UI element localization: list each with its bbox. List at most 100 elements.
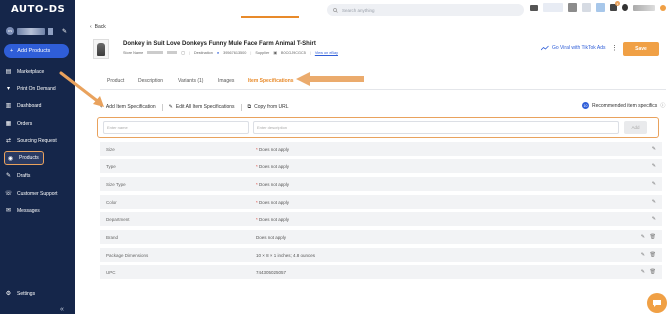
store-avatar: DS: [6, 27, 14, 35]
more-options-button[interactable]: ⋮: [611, 44, 618, 52]
spec-name: UPC: [106, 269, 116, 275]
store-logo-blurred: [167, 51, 178, 54]
bell-icon[interactable]: [622, 4, 628, 11]
sidebar-item-settings[interactable]: ⚙ Settings: [5, 288, 35, 299]
language-icon[interactable]: [596, 3, 605, 12]
store-name-blurred: [17, 27, 45, 35]
sidebar-item-messages[interactable]: ✉ Messages: [5, 205, 40, 216]
recommended-specifics[interactable]: 10 Recommended item specifics ⓘ: [582, 102, 665, 109]
add-spec-button[interactable]: Add: [624, 121, 647, 134]
store-name-blurred: [147, 51, 164, 54]
pencil-icon[interactable]: ✎: [652, 163, 656, 169]
tab-images[interactable]: Images: [218, 78, 234, 84]
product-thumbnail[interactable]: [93, 39, 109, 59]
top-icons: 1 ⌄: [530, 1, 670, 12]
go-viral-button[interactable]: Go Viral with TikTok Ads: [541, 45, 606, 51]
truck-icon[interactable]: [530, 4, 538, 11]
spec-row: Package Dimensions 10 × 8 × 1 inches; 4.…: [100, 248, 662, 262]
supplier-id: B0CGJ9CGC5: [280, 50, 306, 55]
spec-value: 10 × 8 × 1 inches; 4.8 ounces: [256, 252, 316, 258]
messages-icon: ✉: [5, 208, 12, 214]
spec-row: Size * Does not apply ✎: [100, 142, 662, 156]
trend-icon: [541, 45, 549, 51]
app-logo[interactable]: AUTO-DS: [11, 4, 65, 15]
dashboard-icon: ▥: [5, 103, 12, 109]
tab-item-specifications[interactable]: Item Specifications: [248, 78, 294, 84]
products-icon: ◉: [7, 155, 14, 162]
spec-row: UPC 744305025057 ✎ 🗑: [100, 265, 662, 279]
spec-description-input[interactable]: Enter description: [253, 121, 619, 134]
sidebar-item-drafts[interactable]: ✎ Drafts: [5, 170, 30, 181]
view-on-ebay-link[interactable]: View on eBay: [315, 51, 338, 55]
support-icon: ☏: [4, 191, 13, 197]
collapse-sidebar-button[interactable]: «: [60, 306, 64, 313]
trash-icon[interactable]: 🗑: [650, 252, 656, 258]
chat-icon: [653, 299, 661, 307]
pencil-icon[interactable]: ✎: [652, 181, 656, 187]
sidebar-item-sourcing-request[interactable]: ⇄ Sourcing Request: [5, 135, 57, 146]
spec-name-input[interactable]: Enter name: [103, 121, 249, 134]
back-label: Back: [94, 24, 106, 30]
tab-variants[interactable]: Variants (1): [178, 78, 203, 84]
tab-description[interactable]: Description: [138, 78, 163, 84]
pencil-icon[interactable]: ✎: [641, 269, 645, 275]
arrow-to-tab-annotation: [296, 72, 364, 86]
spec-value: * Does not apply: [256, 146, 290, 152]
spec-name: Type: [106, 163, 116, 169]
copy-from-url-button[interactable]: ⧉ Copy from URL: [248, 104, 289, 110]
info-icon[interactable]: ⓘ: [660, 102, 665, 109]
search-bar[interactable]: Search anything: [327, 4, 524, 16]
edit-all-button[interactable]: ✎ Edit All Item Specifications: [169, 104, 235, 110]
back-button[interactable]: ‹ Back: [90, 24, 106, 30]
trash-icon[interactable]: 🗑: [650, 269, 656, 275]
spec-value: * Does not apply: [256, 199, 290, 205]
add-item-specification-button[interactable]: + Add Item Specification: [100, 104, 156, 110]
store-icon: ▤: [5, 69, 12, 75]
avatar[interactable]: [660, 4, 666, 11]
sidebar-item-orders[interactable]: ▦ Orders: [5, 118, 33, 129]
spec-row: Brand Does not apply ✎ 🗑: [100, 230, 662, 244]
trash-icon[interactable]: 🗑: [650, 234, 656, 240]
sidebar-item-customer-support[interactable]: ☏ Customer Support: [5, 188, 58, 199]
chat-button[interactable]: [647, 293, 667, 313]
pencil-icon[interactable]: ✎: [641, 234, 645, 240]
store-selector[interactable]: DS ✎: [6, 26, 70, 36]
sidebar-item-marketplace[interactable]: ▤ Marketplace: [5, 66, 45, 77]
country-icon[interactable]: [582, 3, 591, 12]
user-name-blurred[interactable]: [633, 4, 655, 11]
plan-badge[interactable]: [543, 3, 563, 12]
pencil-icon[interactable]: ✎: [652, 199, 656, 205]
save-button[interactable]: Save: [623, 42, 659, 56]
sidebar-item-print-on-demand[interactable]: ▾ Print On Demand: [5, 83, 56, 94]
pencil-icon[interactable]: ✎: [641, 252, 645, 258]
settings-icon: ⚙: [5, 291, 12, 297]
pencil-icon[interactable]: ✎: [652, 146, 656, 152]
arrow-to-add-spec-annotation: [59, 71, 104, 107]
spec-name: Department: [106, 216, 130, 222]
spec-value: * Does not apply: [256, 216, 290, 222]
pencil-icon[interactable]: ✎: [62, 28, 67, 35]
spec-value: 744305025057: [256, 269, 287, 275]
drafts-icon: ✎: [5, 173, 12, 179]
spec-toolbar: + Add Item Specification ✎ Edit All Item…: [100, 102, 289, 112]
pencil-icon[interactable]: ✎: [652, 216, 656, 222]
copy-icon: ⧉: [247, 104, 252, 110]
notification-count: 1: [615, 1, 620, 6]
cart-icon[interactable]: 1: [610, 1, 620, 11]
spec-value: * Does not apply: [256, 181, 290, 187]
store-flag: [48, 27, 53, 35]
copy-icon[interactable]: ▢: [181, 50, 185, 55]
tab-product[interactable]: Product: [107, 78, 124, 84]
sidebar-item-products[interactable]: ◉ Products: [4, 151, 44, 165]
flag-icon[interactable]: [568, 3, 577, 12]
tab-bar: Product Description Variants (1) Images …: [100, 72, 666, 90]
product-meta: Store Name ▢ | Destination ● 39567613500…: [123, 50, 338, 56]
sidebar: AUTO-DS DS ✎ + Add Products ▤ Marketplac…: [0, 0, 75, 314]
spec-row: Type * Does not apply ✎: [100, 159, 662, 173]
orders-icon: ▦: [5, 121, 12, 127]
sourcing-icon: ⇄: [5, 138, 12, 144]
sidebar-item-dashboard[interactable]: ▥ Dashboard: [5, 100, 42, 111]
spec-value: Does not apply: [256, 234, 287, 240]
add-products-button[interactable]: + Add Products: [4, 44, 69, 58]
add-products-label: Add Products: [17, 48, 51, 54]
